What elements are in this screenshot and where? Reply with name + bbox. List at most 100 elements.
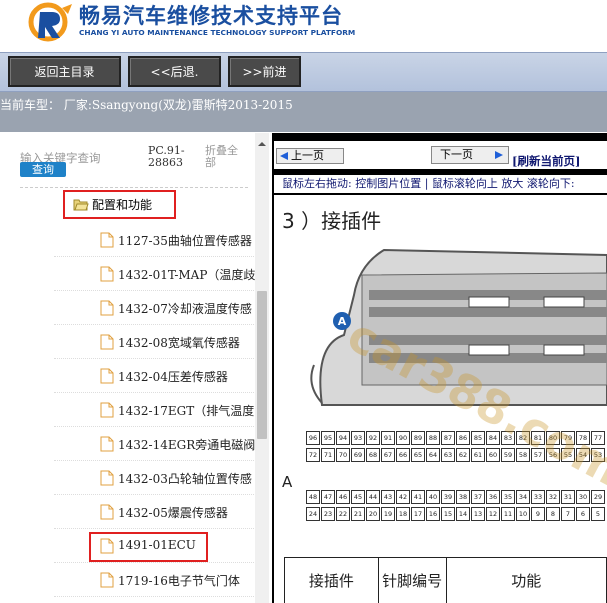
tree-item[interactable]: 1432-01T-MAP（温度歧	[54, 257, 256, 291]
tree-item[interactable]: 1127-35曲轴位置传感器	[54, 223, 254, 257]
pin-cell: 83	[501, 431, 515, 445]
pin-cell: 40	[426, 490, 440, 504]
pin-cell: 37	[471, 490, 485, 504]
pin-cell: 82	[516, 431, 530, 445]
document-icon	[100, 368, 114, 384]
pin-cell: 7	[561, 507, 575, 521]
pin-cell: 65	[411, 448, 425, 462]
pin-cell: 44	[366, 490, 380, 504]
pin-cell: 79	[561, 431, 575, 445]
pin-cell: 64	[426, 448, 440, 462]
tree-folder-config[interactable]: 配置和功能	[63, 190, 176, 219]
pin-cell: 94	[336, 431, 350, 445]
tree-item-label: 1432-14EGR旁通电磁阀	[118, 438, 256, 452]
pin-cell: 46	[336, 490, 350, 504]
document-icon	[100, 402, 114, 418]
pin-cell: 30	[576, 490, 590, 504]
doc-viewer[interactable]: 3 ）接插件 A A 96 95 94 93 92 91 90 89 88 87 86 85 84 83 8…	[274, 195, 607, 603]
pin-cell: 77	[591, 431, 605, 445]
pin-row: 48 47 46 45 44 43 42 41 40 39 38 37 36 35 34 33 32 31 30 29	[306, 490, 607, 506]
arrow-left-icon	[280, 152, 288, 160]
pin-cell: 58	[516, 448, 530, 462]
tree-item[interactable]: 1432-03凸轮轴位置传感	[54, 461, 254, 495]
doc-panel: 上一页 下一页 [刷新当前页] 鼠标左右拖动: 控制图片位置 | 鼠标滚轮向上 …	[272, 133, 607, 603]
pin-cell: 11	[501, 507, 515, 521]
col-connector: 接插件	[285, 558, 379, 603]
divider	[20, 187, 248, 188]
pin-cell: 36	[486, 490, 500, 504]
tree-item-label: 1432-17EGT（排气温度	[118, 404, 255, 418]
pin-cell: 8	[546, 507, 560, 521]
scroll-thumb[interactable]	[257, 291, 267, 439]
tree-item-label: 1432-01T-MAP（温度歧	[118, 268, 256, 282]
pin-cell: 84	[486, 431, 500, 445]
tree-item[interactable]: 1432-05爆震传感器	[54, 495, 254, 529]
pin-cell: 92	[366, 431, 380, 445]
home-button[interactable]: 返回主目录	[8, 56, 121, 87]
pin-cell: 23	[321, 507, 335, 521]
pin-cell: 85	[471, 431, 485, 445]
tree-item[interactable]: 1432-04压差传感器	[54, 359, 254, 393]
pin-cell: 90	[396, 431, 410, 445]
pin-cell: 54	[576, 448, 590, 462]
pin-cell: 9	[531, 507, 545, 521]
arrow-right-icon	[495, 151, 503, 159]
pin-cell: 13	[471, 507, 485, 521]
pin-cell: 5	[591, 507, 605, 521]
col-pin-number: 针脚编号	[379, 558, 447, 603]
document-icon	[100, 266, 114, 282]
tree-item[interactable]: 1432-17EGT（排气温度	[54, 393, 254, 427]
tree-item-label: 1719-16电子节气门体	[118, 574, 240, 588]
document-icon	[100, 470, 114, 486]
pin-row: 72 71 70 69 68 67 66 65 64 63 62 61 60 59 58 57 56 55 54 53	[306, 448, 607, 464]
pin-cell: 93	[351, 431, 365, 445]
doc-toolbar: 上一页 下一页 [刷新当前页]	[274, 141, 607, 169]
collapse-all-button[interactable]: 折叠全部	[205, 145, 243, 169]
next-page-label: 下一页	[440, 148, 473, 161]
pin-cell: 48	[306, 490, 320, 504]
pin-cell: 55	[561, 448, 575, 462]
pin-cell: 15	[441, 507, 455, 521]
pin-cell: 69	[351, 448, 365, 462]
prev-page-button[interactable]: 上一页	[276, 148, 344, 164]
back-button[interactable]: <<后退.	[128, 56, 221, 87]
pin-cell: 41	[411, 490, 425, 504]
folder-open-icon	[73, 199, 89, 211]
pin-cell: 53	[591, 448, 605, 462]
scroll-up-icon[interactable]	[255, 139, 269, 149]
forward-button[interactable]: >>前进	[228, 56, 301, 87]
pin-cell: 32	[546, 490, 560, 504]
tree-item-label: 1432-08宽域氧传感器	[118, 336, 240, 350]
doc-heading: 3 ）接插件	[282, 209, 382, 233]
tree-item[interactable]: 1432-07冷却液温度传感	[54, 291, 254, 325]
tree-item[interactable]: 1432-08宽域氧传感器	[54, 325, 254, 359]
tree-item-label: 1432-05爆震传感器	[118, 506, 228, 520]
pin-cell: 16	[426, 507, 440, 521]
refresh-page-button[interactable]: [刷新当前页]	[512, 153, 580, 169]
tree-item[interactable]: 1432-14EGR旁通电磁阀	[54, 427, 256, 461]
pin-cell: 67	[381, 448, 395, 462]
pin-cell: 29	[591, 490, 605, 504]
pin-cell: 57	[531, 448, 545, 462]
document-icon	[100, 572, 114, 588]
tree-folder-label: 配置和功能	[92, 198, 153, 212]
pin-cell: 68	[366, 448, 380, 462]
search-button[interactable]: 查询	[20, 162, 66, 177]
pin-cell: 95	[321, 431, 335, 445]
pin-cell: 81	[531, 431, 545, 445]
vehicle-bar: 当前车型： 厂家:Ssangyong(双龙)雷斯特2013-2015	[0, 92, 607, 132]
pin-cell: 47	[321, 490, 335, 504]
pin-row: 96 95 94 93 92 91 90 89 88 87 86 85 84 83 82 81 80 79 78 77	[306, 431, 607, 447]
next-page-button[interactable]: 下一页	[431, 146, 509, 164]
pin-cell: 17	[411, 507, 425, 521]
pin-cell: 59	[501, 448, 515, 462]
tree-item[interactable]: 1719-16电子节气门体	[54, 563, 254, 597]
pin-cell: 96	[306, 431, 320, 445]
document-icon	[100, 504, 114, 520]
tree-item-label: 1432-03凸轮轴位置传感	[118, 472, 252, 486]
app-header: 畅易汽车维修技术支持平台 CHANG YI AUTO MAINTENANCE T…	[0, 0, 607, 52]
pin-cell: 35	[501, 490, 515, 504]
pc-code: PC.91-28863	[148, 144, 185, 169]
left-scrollbar[interactable]	[255, 133, 269, 603]
pin-cell: 70	[336, 448, 350, 462]
